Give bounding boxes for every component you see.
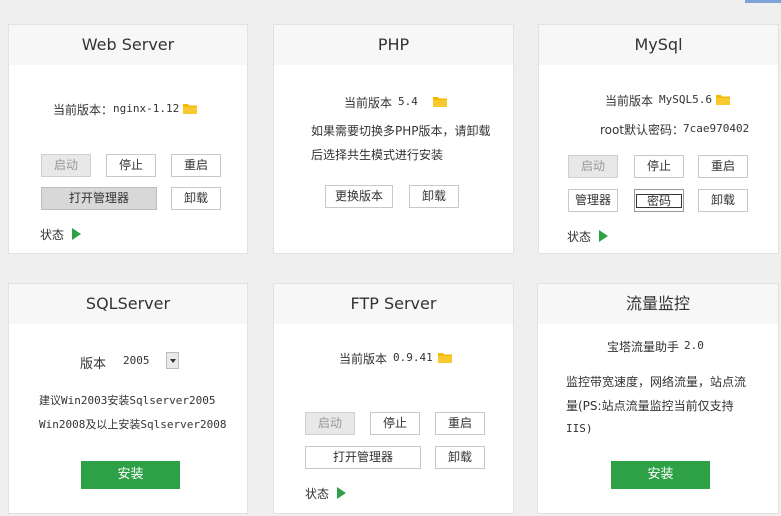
version-label: 版本	[80, 357, 107, 372]
version-value: 0.9.41	[393, 351, 433, 364]
status-label: 状态	[567, 230, 592, 244]
version-label: 当前版本	[344, 96, 393, 110]
root-password-label: root默认密码：	[600, 123, 685, 137]
sqlserver-tip-line2: Win2008及以上安装Sqlserver2008	[39, 418, 227, 431]
web-server-card: Web Server 当前版本： nginx-1.12 启动 停止 重启 打开管…	[8, 24, 248, 254]
sqlserver-tip-line1: 建议Win2003安装Sqlserver2005	[39, 394, 216, 407]
version-label: 当前版本	[605, 94, 654, 108]
status-play-icon	[72, 228, 81, 240]
restart-button[interactable]: 重启	[698, 155, 748, 178]
status-label: 状态	[305, 487, 330, 501]
window-top-edge	[745, 0, 781, 3]
folder-icon[interactable]	[438, 352, 452, 363]
card-title: Web Server	[9, 25, 247, 65]
card-title: SQLServer	[9, 284, 247, 324]
open-manager-button[interactable]: 打开管理器	[305, 446, 421, 469]
password-button[interactable]: 密码	[634, 189, 684, 212]
password-label: 密码	[635, 194, 682, 208]
uninstall-button[interactable]: 卸载	[435, 446, 485, 469]
dropdown-arrow-icon[interactable]	[166, 352, 179, 369]
start-button[interactable]: 启动	[568, 155, 618, 178]
php-card: PHP 当前版本 5.4 如果需要切换多PHP版本，请卸载 后选择共生模式进行安…	[273, 24, 514, 254]
card-title: FTP Server	[274, 284, 513, 324]
card-title: PHP	[274, 25, 513, 65]
stop-button[interactable]: 停止	[634, 155, 684, 178]
change-version-button[interactable]: 更换版本	[325, 185, 393, 208]
sqlserver-card: SQLServer 版本 2005 建议Win2003安装Sqlserver20…	[8, 283, 248, 514]
version-label: 当前版本：	[53, 103, 114, 117]
version-label: 当前版本	[339, 352, 388, 366]
status-play-icon	[337, 487, 346, 499]
start-button[interactable]: 启动	[41, 154, 91, 177]
traffic-desc-line3: IIS)	[566, 422, 593, 435]
folder-icon[interactable]	[716, 94, 730, 105]
traffic-desc-line2: 量(PS:站点流量监控当前仅支持	[566, 399, 734, 413]
version-select[interactable]: 2005	[123, 352, 179, 370]
uninstall-button[interactable]: 卸载	[409, 185, 459, 208]
restart-button[interactable]: 重启	[171, 154, 221, 177]
stop-button[interactable]: 停止	[106, 154, 156, 177]
root-password-value: 7cae970402	[683, 122, 750, 135]
folder-icon[interactable]	[183, 103, 197, 114]
card-title: 流量监控	[538, 284, 778, 324]
app-version: 2.0	[684, 339, 704, 352]
version-value: 5.4	[398, 95, 418, 108]
manager-button[interactable]: 管理器	[568, 189, 618, 212]
install-button[interactable]: 安装	[81, 461, 180, 489]
mysql-card: MySql 当前版本 MySQL5.6 root默认密码： 7cae970402…	[538, 24, 779, 254]
ftp-server-card: FTP Server 当前版本 0.9.41 启动 停止 重启 打开管理器 卸载…	[273, 283, 514, 514]
card-title: MySql	[539, 25, 778, 65]
traffic-monitor-card: 流量监控 宝塔流量助手 2.0 监控带宽速度，网络流量，站点流 量(PS:站点流…	[537, 283, 779, 514]
stop-button[interactable]: 停止	[370, 412, 420, 435]
install-button[interactable]: 安装	[611, 461, 710, 489]
open-manager-button[interactable]: 打开管理器	[41, 187, 157, 210]
uninstall-button[interactable]: 卸载	[171, 187, 221, 210]
php-tip-line2: 后选择共生模式进行安装	[311, 148, 444, 162]
status-label: 状态	[40, 228, 65, 242]
version-select-value: 2005	[123, 354, 150, 367]
uninstall-button[interactable]: 卸载	[698, 189, 748, 212]
folder-icon[interactable]	[433, 96, 447, 107]
version-value: nginx-1.12	[113, 102, 180, 115]
status-play-icon	[599, 230, 608, 242]
restart-button[interactable]: 重启	[435, 412, 485, 435]
start-button[interactable]: 启动	[305, 412, 355, 435]
version-value: MySQL5.6	[659, 93, 712, 106]
traffic-desc-line1: 监控带宽速度，网络流量，站点流	[566, 375, 747, 389]
php-tip-line1: 如果需要切换多PHP版本，请卸载	[311, 124, 491, 138]
app-name: 宝塔流量助手	[607, 340, 680, 354]
